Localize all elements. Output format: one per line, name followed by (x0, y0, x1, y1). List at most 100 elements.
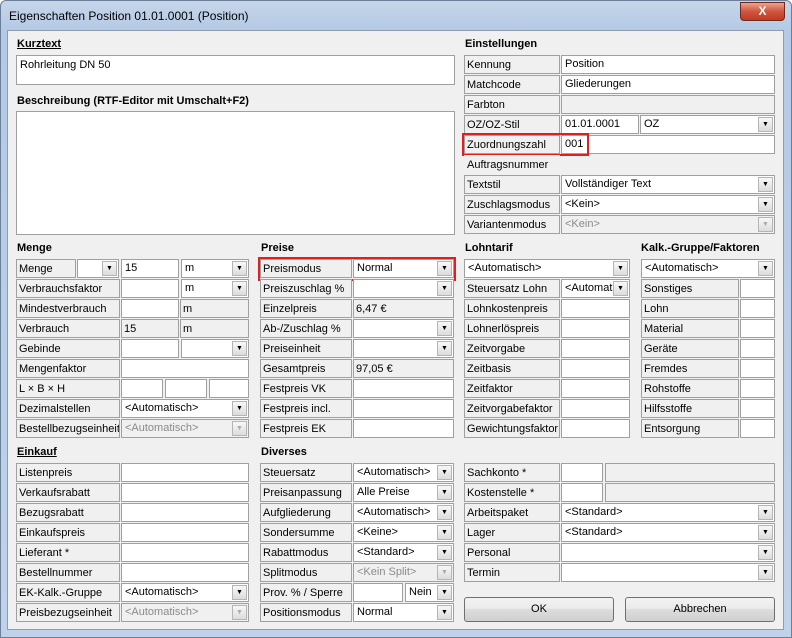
cancel-button[interactable]: Abbrechen (625, 597, 775, 622)
menge-field[interactable]: 15 (121, 259, 179, 278)
chevron-down-icon[interactable]: ▼ (758, 177, 773, 192)
personal-select[interactable]: ▼ (561, 543, 775, 562)
kalk-row-field[interactable] (740, 419, 775, 438)
zuordnungszahl-field[interactable]: 001 (561, 135, 775, 154)
close-button[interactable]: X (740, 2, 785, 21)
chevron-down-icon[interactable]: ▼ (232, 341, 247, 356)
chevron-down-icon[interactable]: ▼ (758, 117, 773, 132)
zuschlagsmodus-select[interactable]: <Kein> ▼ (561, 195, 775, 214)
farbton-field[interactable] (561, 95, 775, 114)
chevron-down-icon[interactable]: ▼ (613, 261, 628, 276)
chevron-down-icon[interactable]: ▼ (758, 505, 773, 520)
einkauf-row-field[interactable] (121, 483, 249, 502)
sachkonto-field[interactable] (561, 463, 603, 482)
matchcode-field[interactable]: Gliederungen (561, 75, 775, 94)
chevron-down-icon[interactable]: ▼ (437, 485, 452, 500)
chevron-down-icon[interactable]: ▼ (758, 217, 773, 232)
festpreisincl-field[interactable] (353, 399, 454, 418)
chevron-down-icon[interactable]: ▼ (437, 505, 452, 520)
variantenmodus-select[interactable]: <Kein> ▼ (561, 215, 775, 234)
chevron-down-icon[interactable]: ▼ (102, 261, 117, 276)
sperre-select[interactable]: Nein ▼ (405, 583, 454, 602)
preisbezugseinheit-select[interactable]: <Automatisch> ▼ (121, 603, 249, 622)
lohn-row-field[interactable] (561, 419, 630, 438)
kalk-select[interactable]: <Automatisch> ▼ (641, 259, 775, 278)
steuersatz-select[interactable]: <Automatisch> ▼ (353, 463, 454, 482)
chevron-down-icon[interactable]: ▼ (758, 525, 773, 540)
dezimalstellen-select[interactable]: <Automatisch> ▼ (121, 399, 249, 418)
menge-op-select[interactable]: ▼ (77, 259, 119, 278)
chevron-down-icon[interactable]: ▼ (613, 281, 628, 296)
einkauf-row-field[interactable] (121, 543, 249, 562)
bestellbezugseinheit-select[interactable]: <Automatisch> ▼ (121, 419, 249, 438)
chevron-down-icon[interactable]: ▼ (437, 605, 452, 620)
termin-select[interactable]: ▼ (561, 563, 775, 582)
chevron-down-icon[interactable]: ▼ (437, 321, 452, 336)
einkauf-row-field[interactable] (121, 563, 249, 582)
chevron-down-icon[interactable]: ▼ (437, 585, 452, 600)
textstil-select[interactable]: Vollständiger Text ▼ (561, 175, 775, 194)
rabattmodus-select[interactable]: <Standard> ▼ (353, 543, 454, 562)
kalk-row-field[interactable] (740, 399, 775, 418)
ekkalk-select[interactable]: <Automatisch> ▼ (121, 583, 249, 602)
kalk-row-field[interactable] (740, 359, 775, 378)
positionsmodus-select[interactable]: Normal ▼ (353, 603, 454, 622)
oz-field[interactable]: 01.01.0001 (561, 115, 639, 134)
kalk-row-field[interactable] (740, 279, 775, 298)
lager-select[interactable]: <Standard> ▼ (561, 523, 775, 542)
kalk-row-field[interactable] (740, 319, 775, 338)
oz-stil-select[interactable]: OZ ▼ (640, 115, 775, 134)
festpreisvk-field[interactable] (353, 379, 454, 398)
festpreisek-field[interactable] (353, 419, 454, 438)
hoehe-field[interactable] (209, 379, 249, 398)
chevron-down-icon[interactable]: ▼ (232, 281, 247, 296)
chevron-down-icon[interactable]: ▼ (232, 261, 247, 276)
preiszuschlag-select[interactable]: ▼ (353, 279, 454, 298)
preiseinheit-select[interactable]: ▼ (353, 339, 454, 358)
arbeitspaket-select[interactable]: <Standard> ▼ (561, 503, 775, 522)
mengenfaktor-field[interactable] (121, 359, 249, 378)
chevron-down-icon[interactable]: ▼ (437, 565, 452, 580)
kalk-row-field[interactable] (740, 379, 775, 398)
chevron-down-icon[interactable]: ▼ (437, 281, 452, 296)
splitmodus-select[interactable]: <Kein Split> ▼ (353, 563, 454, 582)
chevron-down-icon[interactable]: ▼ (437, 545, 452, 560)
kurztext-input[interactable]: Rohrleitung DN 50 (16, 55, 455, 85)
steuersatzlohn-select[interactable]: <Automat ▼ (561, 279, 630, 298)
menge-unit-select[interactable]: m ▼ (181, 259, 249, 278)
chevron-down-icon[interactable]: ▼ (437, 525, 452, 540)
lohn-row-field[interactable] (561, 359, 630, 378)
lohn-row-field[interactable] (561, 379, 630, 398)
chevron-down-icon[interactable]: ▼ (758, 197, 773, 212)
sondersumme-select[interactable]: <Keine> ▼ (353, 523, 454, 542)
prov-field[interactable] (353, 583, 403, 602)
lohntarif-select[interactable]: <Automatisch> ▼ (464, 259, 630, 278)
kalk-row-field[interactable] (740, 339, 775, 358)
lohn-row-field[interactable] (561, 399, 630, 418)
breite-field[interactable] (165, 379, 207, 398)
gebinde-field[interactable] (121, 339, 179, 358)
beschreibung-editor[interactable] (16, 111, 455, 235)
chevron-down-icon[interactable]: ▼ (232, 585, 247, 600)
kalk-row-field[interactable] (740, 299, 775, 318)
einkauf-row-field[interactable] (121, 503, 249, 522)
chevron-down-icon[interactable]: ▼ (232, 605, 247, 620)
verbrauchsfaktor-field[interactable] (121, 279, 179, 298)
chevron-down-icon[interactable]: ▼ (758, 565, 773, 580)
chevron-down-icon[interactable]: ▼ (232, 421, 247, 436)
ok-button[interactable]: OK (464, 597, 614, 622)
gebinde-select[interactable]: ▼ (181, 339, 249, 358)
chevron-down-icon[interactable]: ▼ (437, 341, 452, 356)
chevron-down-icon[interactable]: ▼ (758, 261, 773, 276)
verbrauchsfaktor-unit-select[interactable]: m ▼ (181, 279, 249, 298)
lohn-row-field[interactable] (561, 339, 630, 358)
kennung-field[interactable]: Position (561, 55, 775, 74)
einkauf-row-field[interactable] (121, 463, 249, 482)
preisanpassung-select[interactable]: Alle Preise ▼ (353, 483, 454, 502)
lohn-row-field[interactable] (561, 319, 630, 338)
einkauf-row-field[interactable] (121, 523, 249, 542)
laenge-field[interactable] (121, 379, 163, 398)
chevron-down-icon[interactable]: ▼ (437, 465, 452, 480)
abzuschlag-select[interactable]: ▼ (353, 319, 454, 338)
lohn-row-field[interactable] (561, 299, 630, 318)
